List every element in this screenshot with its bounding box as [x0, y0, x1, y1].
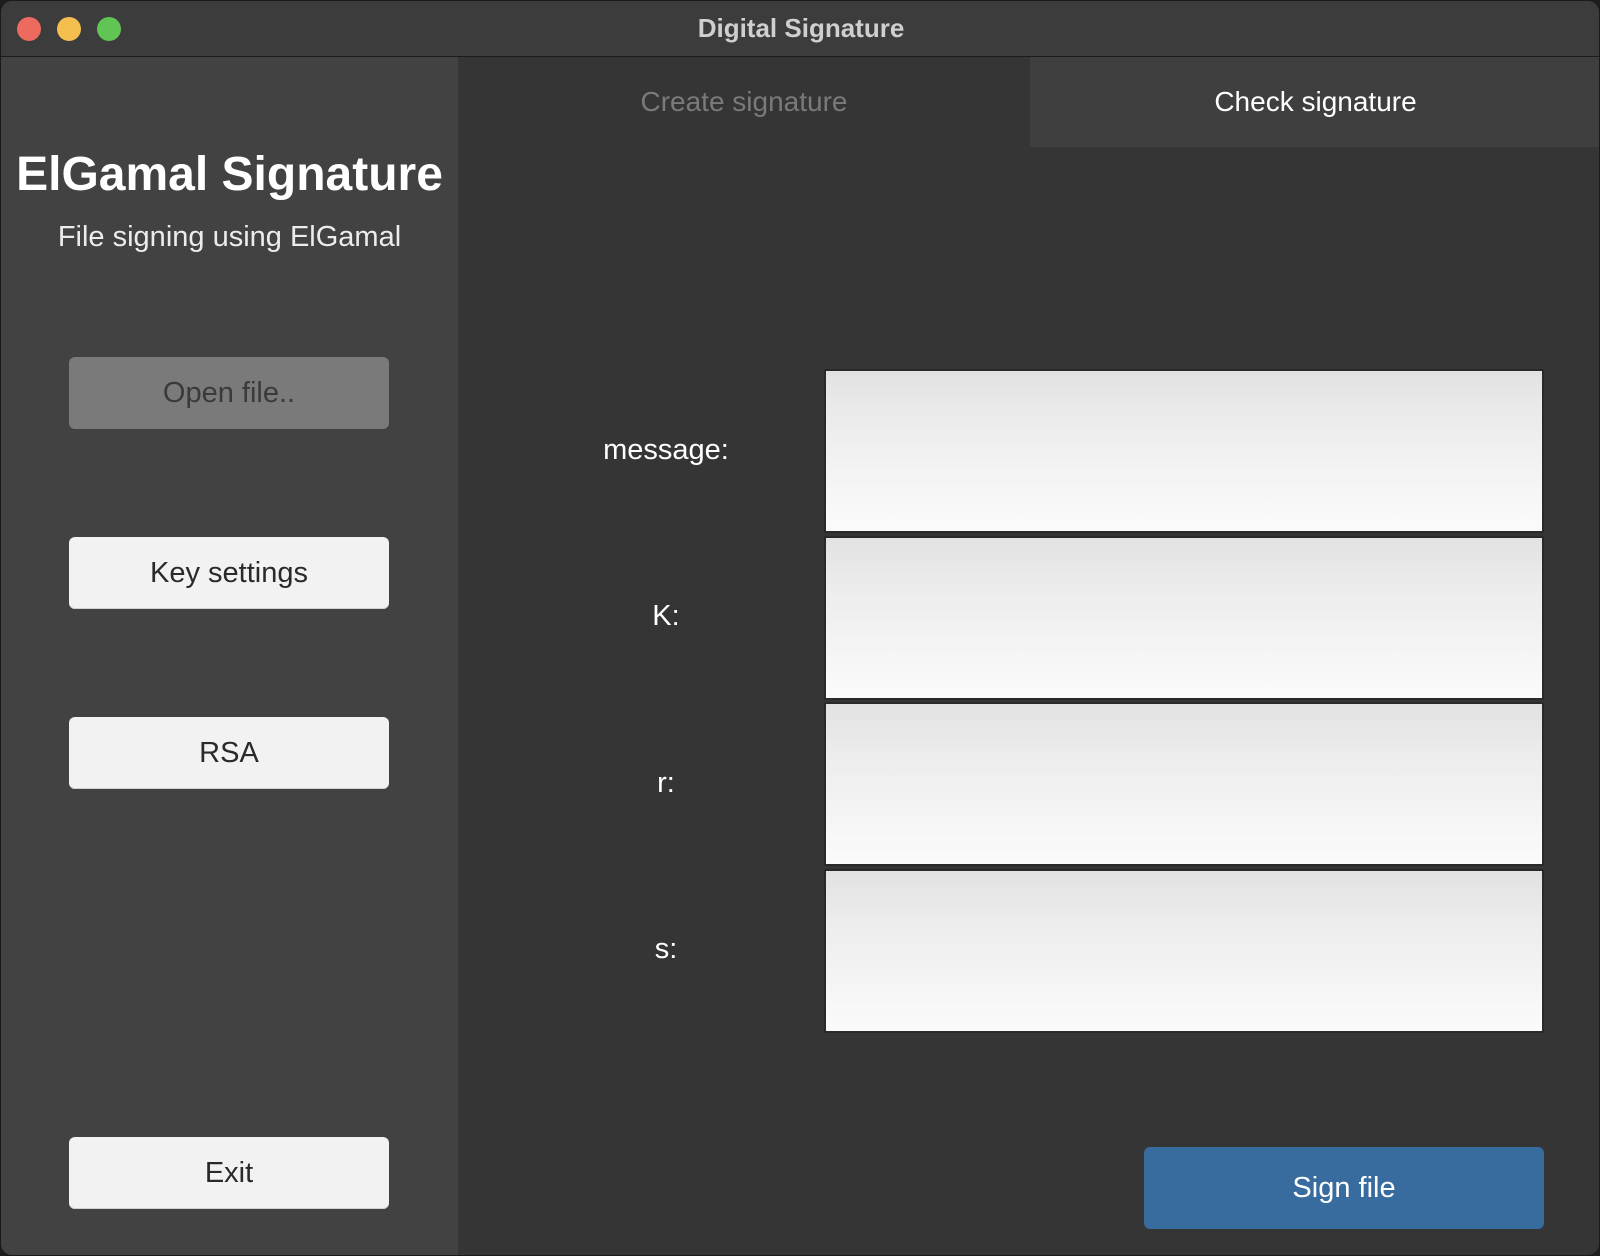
sidebar: ElGamal Signature File signing using ElG…: [1, 57, 458, 1255]
sign-file-button[interactable]: Sign file: [1144, 1147, 1544, 1229]
r-label: r:: [657, 767, 675, 799]
r-field[interactable]: [824, 702, 1544, 866]
title-bar[interactable]: Digital Signature: [1, 1, 1599, 57]
k-field[interactable]: [824, 536, 1544, 700]
app-window: Digital Signature ElGamal Signature File…: [0, 0, 1600, 1256]
window-title: Digital Signature: [697, 13, 905, 43]
message-label: message:: [603, 434, 729, 466]
tab-create-signature[interactable]: Create signature: [458, 57, 1030, 147]
s-label: s:: [654, 933, 678, 965]
tab-bar: Create signature Check signature: [458, 57, 1599, 147]
k-label: K:: [652, 600, 680, 632]
app-title: ElGamal Signature: [16, 148, 443, 201]
app-subtitle: File signing using ElGamal: [57, 221, 402, 253]
key-settings-button[interactable]: Key settings: [69, 537, 389, 609]
exit-button[interactable]: Exit: [69, 1137, 389, 1209]
close-window-button[interactable]: [17, 17, 41, 41]
s-field[interactable]: [824, 869, 1544, 1033]
minimize-window-button[interactable]: [57, 17, 81, 41]
tab-check-signature[interactable]: Check signature: [1030, 57, 1599, 147]
message-field[interactable]: [824, 369, 1544, 533]
rsa-button[interactable]: RSA: [69, 717, 389, 789]
open-file-button[interactable]: Open file..: [69, 357, 389, 429]
maximize-window-button[interactable]: [97, 17, 121, 41]
